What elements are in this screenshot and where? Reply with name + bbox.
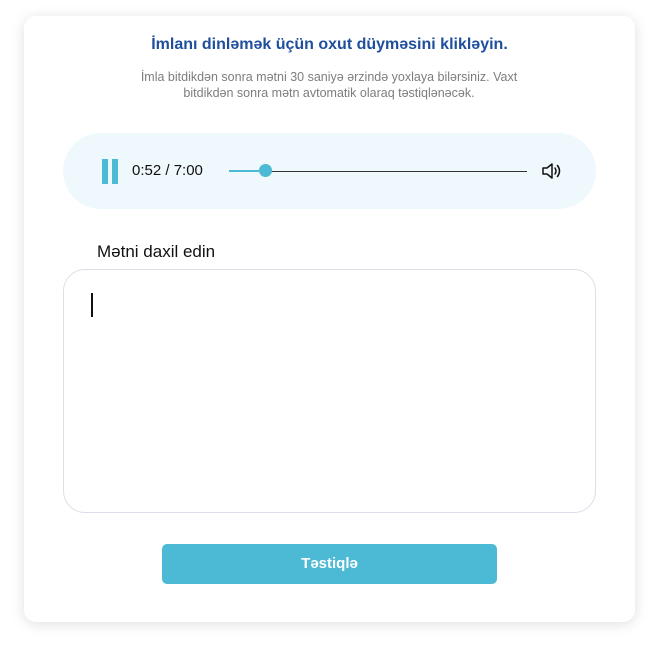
text-caret bbox=[91, 293, 93, 317]
text-input-label: Mətni daxil edin bbox=[97, 242, 216, 261]
progress-rail bbox=[229, 170, 527, 172]
pause-icon bbox=[102, 159, 108, 184]
instructions-text: İmla bitdikdən sonra mətni 30 saniyə ərz… bbox=[140, 70, 518, 100]
pause-button[interactable] bbox=[102, 159, 118, 184]
progress-thumb[interactable] bbox=[259, 164, 273, 177]
dictation-card: İmlanı dinləmək üçün oxut düyməsini klik… bbox=[24, 16, 635, 622]
dictation-textarea[interactable] bbox=[63, 269, 596, 513]
volume-button[interactable] bbox=[540, 160, 562, 182]
audio-player: 0:52 / 7:00 bbox=[63, 133, 596, 209]
speaker-icon bbox=[542, 163, 561, 179]
pause-icon-bar bbox=[112, 159, 118, 184]
time-display: 0:52 / 7:00 bbox=[132, 162, 203, 179]
submit-button[interactable]: Təstiqlə bbox=[162, 544, 497, 584]
page-title: İmlanı dinləmək üçün oxut düyməsini klik… bbox=[151, 36, 508, 53]
progress-slider[interactable] bbox=[229, 164, 527, 177]
